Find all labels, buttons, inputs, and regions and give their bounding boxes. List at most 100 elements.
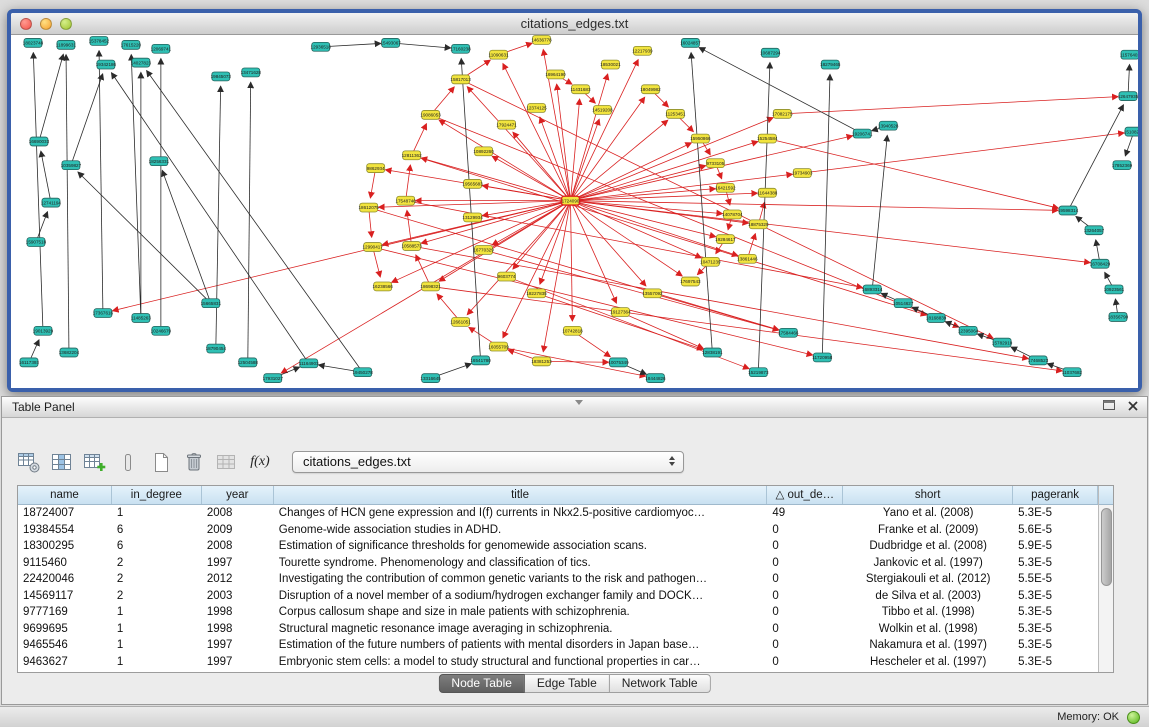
table-row[interactable]: 2242004622012Investigating the contribut… — [18, 571, 1098, 588]
column-header-short[interactable]: short — [843, 486, 1013, 504]
scrollbar-thumb[interactable] — [1101, 508, 1112, 586]
graph-node[interactable]: 11164903 — [299, 359, 319, 368]
graph-node[interactable]: 18875329 — [748, 220, 769, 229]
graph-node[interactable]: 11576402 — [1120, 50, 1138, 59]
graph-node[interactable]: 18698321 — [420, 282, 441, 291]
graph-node[interactable]: 16770329 — [473, 246, 494, 255]
table-panel-header[interactable]: Table Panel — [2, 397, 1147, 418]
graph-node[interactable]: 15950866 — [690, 134, 711, 143]
graph-node[interactable]: 11899631 — [56, 40, 76, 49]
network-canvas[interactable]: 1724090183812531605570912661051186983211… — [11, 35, 1138, 388]
column-header-out_de[interactable]: △ out_de… — [767, 486, 843, 504]
graph-node[interactable]: 14078704 — [722, 210, 743, 219]
graph-node[interactable]: 19450278 — [353, 368, 374, 377]
graph-node[interactable]: 9862934 — [367, 164, 385, 173]
graph-node[interactable]: 10687294 — [760, 48, 781, 57]
graph-node[interactable]: 17924471 — [496, 120, 517, 129]
table-settings-icon[interactable] — [16, 450, 42, 474]
graph-node[interactable]: 19284617 — [715, 235, 736, 244]
graph-node[interactable]: 12504588 — [238, 358, 259, 367]
graph-node[interactable]: 13264057 — [1084, 226, 1105, 235]
graph-node[interactable]: 17468523 — [1028, 356, 1049, 365]
graph-node[interactable]: 19013929 — [33, 326, 54, 335]
new-table-icon[interactable] — [148, 450, 174, 474]
graph-node[interactable]: 15817013 — [450, 75, 471, 84]
table-row[interactable]: 946362711997Embryonic stem cells: a mode… — [18, 654, 1098, 671]
graph-node[interactable]: 11485263 — [131, 314, 151, 323]
graph-node[interactable]: 11037682 — [1062, 368, 1082, 377]
graph-node[interactable]: 15665831 — [201, 299, 222, 308]
table-row[interactable]: 946554611997Estimation of the future num… — [18, 637, 1098, 654]
graph-svg[interactable]: 1724090183812531605570912661051186983211… — [11, 35, 1138, 388]
graph-node[interactable]: 16708429 — [1090, 259, 1111, 268]
graph-node[interactable]: 16421592 — [715, 183, 736, 192]
graph-node[interactable]: 10246679 — [151, 326, 172, 335]
graph-node[interactable]: 16893314 — [862, 285, 883, 294]
table-row[interactable]: 977716911998Corpus callosum shape and si… — [18, 604, 1098, 621]
graph-node[interactable]: 16024857 — [680, 38, 701, 47]
graph-node[interactable]: 19734903 — [792, 169, 813, 178]
graph-node[interactable]: 18612075 — [358, 203, 379, 212]
graph-node[interactable]: 18356790 — [1108, 313, 1129, 322]
graph-node[interactable]: 18168839 — [926, 314, 947, 323]
graph-node[interactable]: 19206741 — [852, 129, 873, 138]
table-row[interactable]: 1938455462009Genome-wide association stu… — [18, 522, 1098, 539]
graph-node[interactable]: 13316645 — [420, 374, 441, 383]
graph-node[interactable]: 10514627 — [893, 299, 914, 308]
close-window-button[interactable] — [20, 18, 32, 30]
graph-node[interactable]: 15493067 — [380, 38, 401, 47]
graph-node[interactable]: 10588573 — [401, 242, 422, 251]
graph-node[interactable]: 14027823 — [131, 58, 152, 67]
new-column-icon[interactable] — [82, 450, 108, 474]
graph-node[interactable]: 9733105 — [706, 159, 724, 168]
graph-node[interactable]: 16238566 — [372, 282, 393, 291]
column-header-name[interactable]: name — [18, 486, 112, 504]
graph-node[interactable]: 10359827 — [61, 161, 82, 170]
graph-node[interactable]: 15378452 — [89, 36, 110, 45]
graph-node[interactable]: 17082175 — [772, 109, 793, 118]
graph-node[interactable]: 11431683 — [570, 85, 590, 94]
graph-node[interactable]: 18256331 — [149, 157, 170, 166]
graph-node[interactable]: 19565683 — [462, 179, 483, 188]
minimize-window-button[interactable] — [40, 18, 52, 30]
graph-node[interactable]: 17615220 — [121, 40, 142, 49]
splitter-handle-icon[interactable] — [575, 400, 583, 405]
graph-node[interactable]: 9603774 — [498, 272, 516, 281]
graph-node[interactable]: 12741194 — [41, 198, 61, 207]
graph-node[interactable]: 17697543 — [680, 277, 701, 286]
graph-node[interactable]: 17367616 — [93, 309, 114, 318]
graph-node[interactable]: 19342186 — [96, 60, 117, 69]
graph-node[interactable]: 18049982 — [640, 85, 661, 94]
graph-node[interactable]: 18530021 — [600, 60, 621, 69]
tab-edge-table[interactable]: Edge Table — [525, 674, 610, 693]
graph-node[interactable]: 13682204 — [59, 348, 80, 357]
graph-node[interactable]: 18279465 — [820, 60, 841, 69]
graph-node[interactable]: 15782910 — [992, 338, 1013, 347]
graph-node[interactable]: 13861446 — [737, 254, 758, 263]
graph-node[interactable]: 13557092 — [642, 289, 663, 298]
graph-node[interactable]: 12395064 — [958, 326, 979, 335]
window-titlebar[interactable]: citations_edges.txt — [11, 13, 1138, 35]
tab-node-table[interactable]: Node Table — [438, 674, 525, 693]
table-row[interactable]: 911546021997Tourette syndrome. Phenomeno… — [18, 555, 1098, 572]
graph-node[interactable]: 17852369 — [1112, 161, 1133, 170]
column-header-year[interactable]: year — [202, 486, 274, 504]
graph-node[interactable]: 14519208 — [592, 106, 613, 115]
graph-node[interactable]: 16117393 — [19, 358, 39, 367]
graph-node[interactable]: 11090631 — [489, 50, 509, 59]
graph-node[interactable]: 18227835 — [526, 289, 547, 298]
graph-node[interactable]: 12647935 — [1118, 92, 1138, 101]
graph-node[interactable]: 1724090 — [562, 196, 580, 205]
graph-node[interactable]: 12838191 — [702, 348, 723, 357]
graph-node[interactable]: 19086053 — [420, 110, 441, 119]
table-row[interactable]: 1872400712008Changes of HCN gene express… — [18, 505, 1098, 522]
graph-node[interactable]: 15219873 — [748, 368, 769, 377]
graph-node[interactable]: 12811362 — [402, 151, 422, 160]
vertical-scrollbar[interactable] — [1098, 486, 1113, 672]
graph-node[interactable]: 10742818 — [562, 326, 583, 335]
tab-network-table[interactable]: Network Table — [610, 674, 711, 693]
graph-node[interactable]: 17931027 — [263, 374, 284, 383]
column-header-pagerank[interactable]: pagerank — [1013, 486, 1098, 504]
graph-node[interactable]: 15907518 — [26, 238, 47, 247]
graph-node[interactable]: 13471628 — [241, 68, 262, 77]
